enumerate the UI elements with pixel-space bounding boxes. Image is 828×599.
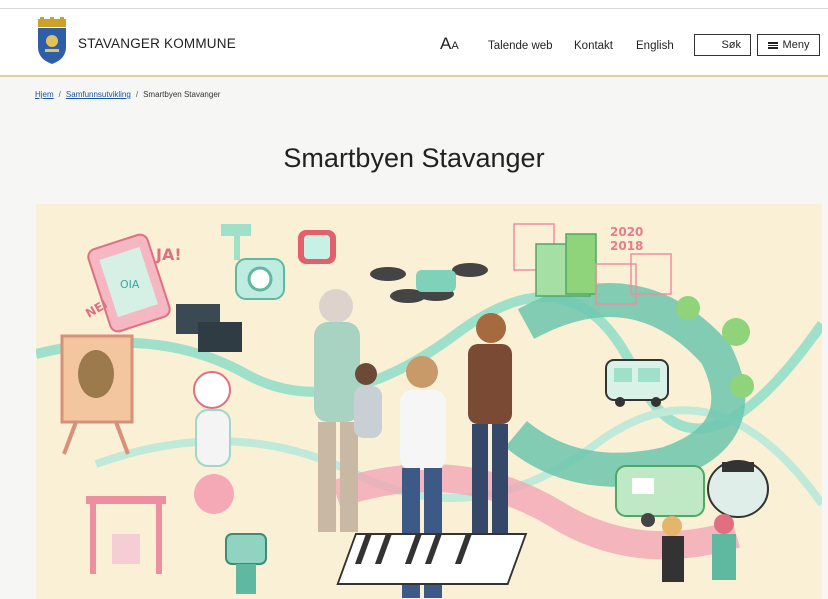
nav-talende-web[interactable]: Talende web [488,40,553,52]
phone-sign-text: OIA [120,278,140,291]
speech-ja: JA! [155,245,182,264]
text-size-small-a: A [451,40,459,52]
top-border [0,0,828,9]
search-button[interactable]: Søk [694,34,751,56]
kettle-illustration [707,460,769,518]
breadcrumb-samfunnsutvikling[interactable]: Samfunnsutvikling [66,90,131,99]
hero-illustration: OIA JA! NEI 2020 2018 [36,204,822,599]
bus-illustration [605,359,669,407]
text-size-large-a: A [440,34,452,53]
piano-keys-illustration [336,533,528,585]
menu-button[interactable]: Meny [757,34,820,56]
smartwatch-illustration [298,230,336,264]
nurse-robot-illustration [193,371,234,514]
year-2018: 2018 [610,239,643,253]
breadcrumb: Hjem / Samfunnsutvikling / Smartbyen Stavang… [35,90,220,99]
stavanger-coat-of-arms-logo[interactable] [34,17,70,65]
search-label: Søk [721,39,741,51]
text-size-button[interactable]: AA [440,34,459,54]
breadcrumb-home[interactable]: Hjem [35,90,54,99]
page-title: Smartbyen Stavanger [283,143,545,173]
breadcrumb-separator: / [135,90,139,99]
year-2020: 2020 [610,225,643,239]
site-name[interactable]: STAVANGER KOMMUNE [78,36,236,51]
nav-kontakt[interactable]: Kontakt [574,40,613,52]
site-header: STAVANGER KOMMUNE AA Talende web Kontakt… [0,9,828,77]
menu-label: Meny [782,39,810,51]
smart-city-illustration: OIA JA! NEI 2020 2018 [36,204,822,599]
breadcrumb-current: Smartbyen Stavanger [143,90,221,99]
hamburger-icon [767,41,778,49]
nav-english[interactable]: English [636,40,674,52]
breadcrumb-separator: / [58,90,61,99]
